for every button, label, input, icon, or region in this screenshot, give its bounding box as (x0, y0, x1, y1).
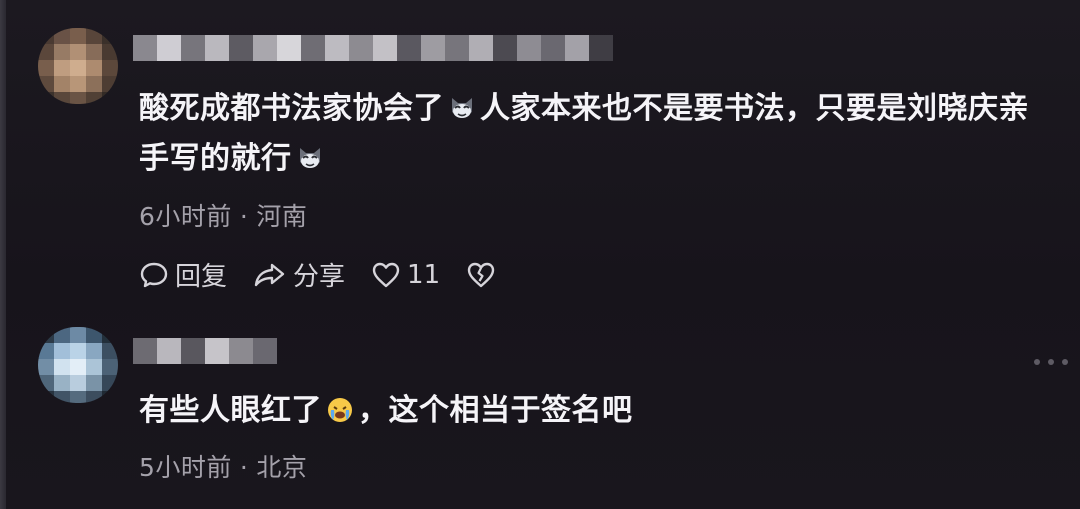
comment-text: 酸死成都书法家协会了 人家本来也不是要书法，只要是刘晓庆亲手写的就行 (139, 84, 1049, 184)
comment-meta: 6小时前 · 河南 (139, 197, 307, 233)
comment-location: 北京 (256, 453, 308, 482)
comment-feed: 酸死成都书法家协会了 人家本来也不是要书法，只要是刘晓庆亲手写的就行 6小时前 ·… (0, 0, 1080, 509)
comment-time: 5小时前 (139, 453, 232, 482)
crying-face-emoji-icon (328, 398, 352, 422)
share-arrow-icon (254, 263, 285, 286)
meta-separator: · (239, 453, 249, 482)
share-button[interactable]: 分享 (253, 256, 345, 293)
like-count: 11 (407, 259, 441, 290)
comment-meta: 5小时前 · 北京 (139, 448, 307, 484)
comment-location: 河南 (256, 202, 308, 231)
share-label: 分享 (293, 262, 346, 292)
username-redacted[interactable] (133, 338, 277, 364)
meta-separator: · (239, 202, 249, 231)
avatar[interactable] (38, 327, 118, 403)
dislike-button[interactable] (466, 260, 502, 290)
username-redacted[interactable] (133, 35, 613, 61)
left-edge-divider (0, 0, 6, 509)
comment-actions: 回复 分享 11 (139, 256, 528, 293)
comment-text-part1: 有些人眼红了 (139, 393, 322, 428)
broken-heart-icon (467, 262, 495, 287)
comment-text-part1: 酸死成都书法家协会了 (139, 91, 444, 126)
more-dots-icon[interactable] (1034, 357, 1068, 367)
reply-button[interactable]: 回复 (139, 256, 227, 293)
cat-face-emoji-icon (299, 148, 320, 168)
comment-bubble-icon (140, 262, 168, 287)
comment-text-part2: ，这个相当于签名吧 (358, 393, 633, 428)
cat-face-emoji-icon (452, 98, 472, 118)
reply-label: 回复 (175, 262, 228, 292)
comment-text: 有些人眼红了 ，这个相当于签名吧 (139, 386, 1049, 436)
comment-time: 6小时前 (139, 202, 232, 231)
heart-icon (372, 262, 400, 287)
avatar[interactable] (38, 28, 118, 104)
like-button[interactable]: 11 (371, 260, 440, 290)
